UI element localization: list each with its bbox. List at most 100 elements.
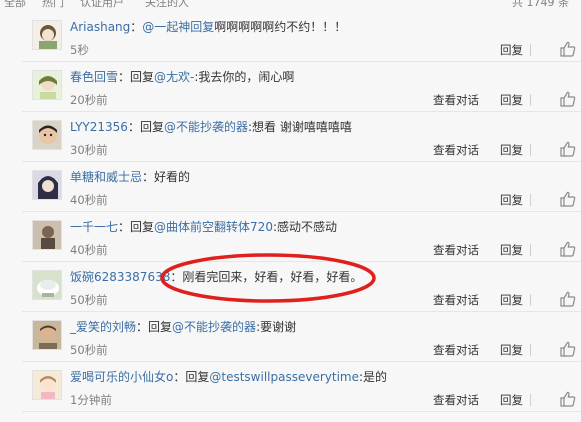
comment-text: :是的 — [358, 370, 388, 384]
reply-prefix: 回复 — [139, 120, 164, 134]
comment-time: 50秒前 — [70, 343, 108, 357]
username-link[interactable]: LYY21356 — [70, 120, 128, 134]
reply-link[interactable]: 回复 — [500, 143, 523, 157]
username-link[interactable]: 春色回雪 — [70, 70, 118, 84]
like-thumb-icon[interactable] — [559, 291, 577, 307]
comment-text: 刚看完回来，好看，好看，好看。 — [182, 270, 363, 284]
avatar[interactable] — [32, 20, 62, 50]
username-link[interactable]: 爱喝可乐的小仙女o — [70, 370, 173, 384]
comment-time: 30秒前 — [70, 143, 108, 157]
comment-time: 50秒前 — [70, 293, 108, 307]
like-thumb-icon[interactable] — [559, 241, 577, 257]
comment-text: :要谢谢 — [256, 320, 297, 334]
comment-item: 春色回雪：回复@尢欢-:我去你的，闹心啊 20秒前 查看对话 回复 — [22, 62, 581, 112]
tab-hot[interactable]: 热门 — [42, 0, 64, 10]
comment-item: 饭碗6283387638：刚看完回来，好看，好看，好看。 50秒前 查看对话 回复 — [22, 262, 581, 312]
comment-line: 饭碗6283387638：刚看完回来，好看，好看，好看。 — [70, 270, 362, 284]
comment-text: :感动不感动 — [272, 220, 337, 234]
comment-line: 一千一七：回复@曲体前空翻转体720:感动不感动 — [70, 220, 337, 234]
username-link[interactable]: _爱笑的刘畅 — [70, 320, 136, 334]
comment-line: 春色回雪：回复@尢欢-:我去你的，闹心啊 — [70, 70, 294, 84]
reply-link[interactable]: 回复 — [500, 93, 523, 107]
comment-time: 5秒 — [70, 43, 89, 57]
reply-link[interactable]: 回复 — [500, 243, 523, 257]
like-thumb-icon[interactable] — [559, 391, 577, 407]
comment-text: 好看的 — [154, 170, 191, 184]
comment-item: 单糖和威士忌：好看的 40秒前 回复 — [22, 162, 581, 212]
reply-link[interactable]: 回复 — [500, 193, 523, 207]
avatar[interactable] — [32, 220, 62, 250]
comment-item: Ariashang：@一起神回复啊啊啊啊啊约不约！！！ 5秒 回复 — [22, 12, 581, 62]
like-thumb-icon[interactable] — [559, 41, 577, 57]
comment-item: 一千一七：回复@曲体前空翻转体720:感动不感动 40秒前 查看对话 回复 — [22, 212, 581, 262]
username-link[interactable]: 饭碗6283387638 — [70, 270, 170, 284]
pagination-bar — [0, 414, 581, 422]
filter-tabs-bar: 全部 热门 认证用户 关注的人 共 1749 条 — [0, 0, 581, 10]
reply-link[interactable]: 回复 — [500, 343, 523, 357]
view-conversation-link[interactable]: 查看对话 — [433, 93, 479, 107]
divider — [530, 344, 531, 356]
divider — [530, 144, 531, 156]
comment-text: 啊啊啊啊啊约不约！！！ — [214, 20, 347, 34]
colon: ： — [170, 270, 183, 284]
mention-link[interactable]: @不能抄袭的器 — [172, 320, 256, 334]
like-thumb-icon[interactable] — [559, 341, 577, 357]
mention-link[interactable]: @testswillpasseverytime — [209, 370, 359, 384]
tab-all[interactable]: 全部 — [4, 0, 26, 10]
colon: ： — [127, 120, 140, 134]
comment-time: 20秒前 — [70, 93, 108, 107]
comment-item: LYY21356：回复@不能抄袭的器:想看 谢谢嘻嘻嘻嘻 30秒前 查看对话 回复 — [22, 112, 581, 162]
like-thumb-icon[interactable] — [559, 91, 577, 107]
username-link[interactable]: 单糖和威士忌 — [70, 170, 142, 184]
avatar[interactable] — [32, 370, 62, 400]
divider — [530, 94, 531, 106]
avatar[interactable] — [32, 170, 62, 200]
reply-prefix: 回复 — [148, 320, 173, 334]
tab-verified-users[interactable]: 认证用户 — [80, 0, 124, 10]
avatar[interactable] — [32, 120, 62, 150]
view-conversation-link[interactable]: 查看对话 — [433, 393, 479, 407]
mention-link[interactable]: @尢欢- — [154, 70, 194, 84]
avatar[interactable] — [32, 70, 62, 100]
like-thumb-icon[interactable] — [559, 141, 577, 157]
comment-item: 爱喝可乐的小仙女o：回复@testswillpasseverytime:是的 1分… — [22, 362, 581, 412]
comment-count: 共 1749 条 — [512, 0, 569, 9]
colon: ： — [173, 370, 186, 384]
view-conversation-link[interactable]: 查看对话 — [433, 243, 479, 257]
reply-prefix: 回复 — [130, 220, 155, 234]
comment-line: _爱笑的刘畅：回复@不能抄袭的器:要谢谢 — [70, 320, 296, 334]
username-link[interactable]: Ariashang — [70, 20, 130, 34]
view-conversation-link[interactable]: 查看对话 — [433, 143, 479, 157]
comment-time: 1分钟前 — [70, 393, 112, 407]
view-conversation-link[interactable]: 查看对话 — [433, 343, 479, 357]
comment-line: Ariashang：@一起神回复啊啊啊啊啊约不约！！！ — [70, 20, 346, 34]
tab-following[interactable]: 关注的人 — [145, 0, 189, 10]
colon: ： — [130, 20, 143, 34]
comment-line: 单糖和威士忌：好看的 — [70, 170, 190, 184]
comment-time: 40秒前 — [70, 193, 108, 207]
divider — [530, 194, 531, 206]
mention-link[interactable]: @一起神回复 — [142, 20, 214, 34]
colon: ： — [136, 320, 149, 334]
comment-line: 爱喝可乐的小仙女o：回复@testswillpasseverytime:是的 — [70, 370, 387, 384]
comment-item: _爱笑的刘畅：回复@不能抄袭的器:要谢谢 50秒前 查看对话 回复 — [22, 312, 581, 362]
avatar[interactable] — [32, 320, 62, 350]
reply-prefix: 回复 — [185, 370, 210, 384]
divider — [530, 244, 531, 256]
like-thumb-icon[interactable] — [559, 191, 577, 207]
reply-prefix: 回复 — [130, 70, 155, 84]
avatar[interactable] — [32, 270, 62, 300]
comment-text: :想看 谢谢嘻嘻嘻嘻 — [247, 120, 352, 134]
view-conversation-link[interactable]: 查看对话 — [433, 293, 479, 307]
reply-link[interactable]: 回复 — [500, 393, 523, 407]
divider — [530, 44, 531, 56]
colon: ： — [118, 220, 131, 234]
colon: ： — [118, 70, 131, 84]
reply-link[interactable]: 回复 — [500, 293, 523, 307]
comment-text: :我去你的，闹心啊 — [194, 70, 295, 84]
reply-link[interactable]: 回复 — [500, 43, 523, 57]
mention-link[interactable]: @曲体前空翻转体720 — [154, 220, 273, 234]
comment-line: LYY21356：回复@不能抄袭的器:想看 谢谢嘻嘻嘻嘻 — [70, 120, 352, 134]
mention-link[interactable]: @不能抄袭的器 — [164, 120, 248, 134]
username-link[interactable]: 一千一七 — [70, 220, 118, 234]
